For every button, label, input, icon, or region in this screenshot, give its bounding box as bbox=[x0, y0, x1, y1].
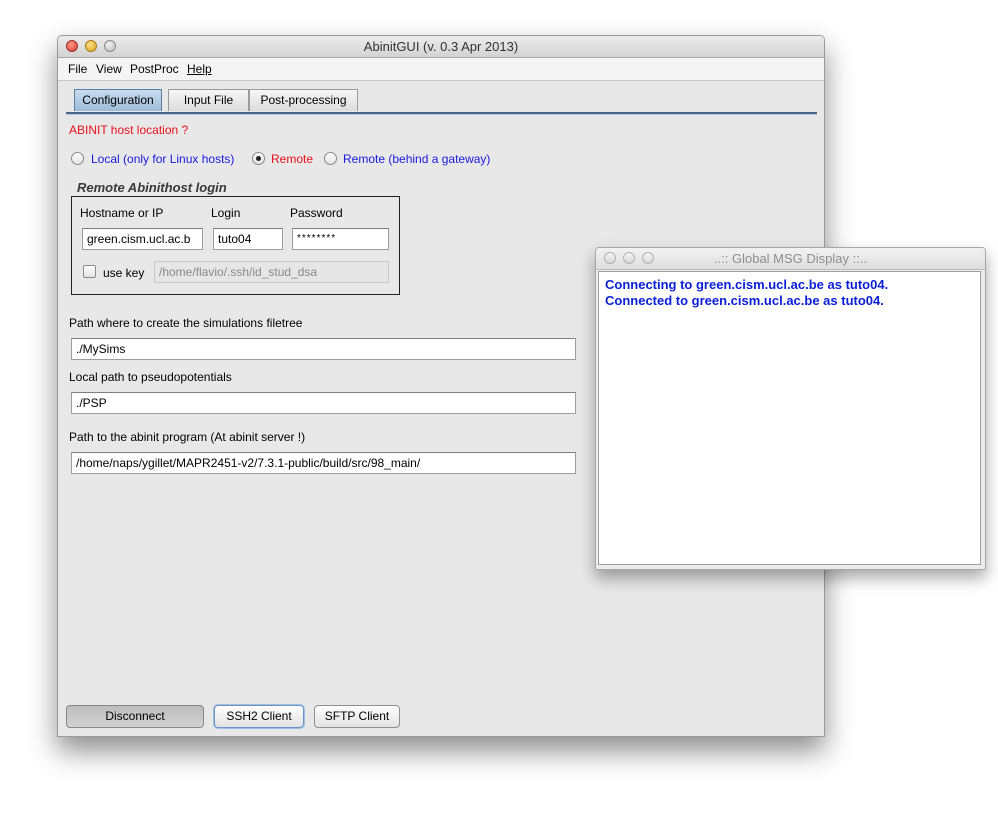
radio-local-label[interactable]: Local (only for Linux hosts) bbox=[91, 152, 234, 166]
msg-text-area[interactable]: Connecting to green.cism.ucl.ac.be as tu… bbox=[598, 271, 981, 565]
tab-input-file[interactable]: Input File bbox=[168, 89, 249, 111]
menu-bar: File View PostProc Help bbox=[58, 58, 824, 81]
radio-remote-gateway-label[interactable]: Remote (behind a gateway) bbox=[343, 152, 490, 166]
use-key-label[interactable]: use key bbox=[103, 266, 144, 280]
pseudo-path-input[interactable]: ./PSP bbox=[71, 392, 576, 414]
msg-window-title: ..:: Global MSG Display ::.. bbox=[713, 251, 868, 266]
menu-help[interactable]: Help bbox=[187, 62, 212, 76]
login-section-title: Remote Abinithost login bbox=[77, 180, 227, 195]
menu-file[interactable]: File bbox=[68, 62, 87, 76]
radio-remote-gateway[interactable] bbox=[324, 152, 337, 165]
tab-post-processing[interactable]: Post-processing bbox=[249, 89, 358, 111]
pseudo-path-label: Local path to pseudopotentials bbox=[69, 370, 232, 384]
msg-line: Connected to green.cism.ucl.ac.be as tut… bbox=[605, 293, 884, 308]
use-key-checkbox[interactable] bbox=[83, 265, 96, 278]
login-input[interactable]: tuto04 bbox=[213, 228, 283, 250]
abinit-path-input[interactable]: /home/naps/ygillet/MAPR2451-v2/7.3.1-pub… bbox=[71, 452, 576, 474]
hostname-label: Hostname or IP bbox=[80, 206, 164, 220]
abinit-path-label: Path to the abinit program (At abinit se… bbox=[69, 430, 306, 444]
window-title: AbinitGUI (v. 0.3 Apr 2013) bbox=[363, 39, 519, 54]
radio-remote[interactable] bbox=[252, 152, 265, 165]
host-location-label: ABINIT host location ? bbox=[69, 123, 189, 137]
sim-path-input[interactable]: ./MySims bbox=[71, 338, 576, 360]
menu-view[interactable]: View bbox=[96, 62, 122, 76]
title-bar[interactable]: AbinitGUI (v. 0.3 Apr 2013) bbox=[58, 36, 824, 58]
login-label: Login bbox=[211, 206, 241, 220]
tab-divider-highlight bbox=[66, 114, 817, 115]
radio-remote-label[interactable]: Remote bbox=[271, 152, 313, 166]
menu-postproc[interactable]: PostProc bbox=[130, 62, 179, 76]
sim-path-label: Path where to create the simulations fil… bbox=[69, 316, 303, 330]
tab-configuration[interactable]: Configuration bbox=[74, 89, 162, 111]
radio-local[interactable] bbox=[71, 152, 84, 165]
password-input[interactable]: ******** bbox=[292, 228, 389, 250]
sftp-client-button[interactable]: SFTP Client bbox=[314, 705, 400, 728]
global-msg-window: ..:: Global MSG Display ::.. Connecting … bbox=[595, 247, 986, 570]
disconnect-button[interactable]: Disconnect bbox=[66, 705, 204, 728]
password-label: Password bbox=[290, 206, 343, 220]
ssh2-client-button[interactable]: SSH2 Client bbox=[214, 705, 304, 728]
hostname-input[interactable]: green.cism.ucl.ac.b bbox=[82, 228, 203, 250]
msg-title-bar[interactable]: ..:: Global MSG Display ::.. bbox=[596, 248, 985, 270]
key-path-input: /home/flavio/.ssh/id_stud_dsa bbox=[154, 261, 389, 283]
msg-line: Connecting to green.cism.ucl.ac.be as tu… bbox=[605, 277, 889, 292]
